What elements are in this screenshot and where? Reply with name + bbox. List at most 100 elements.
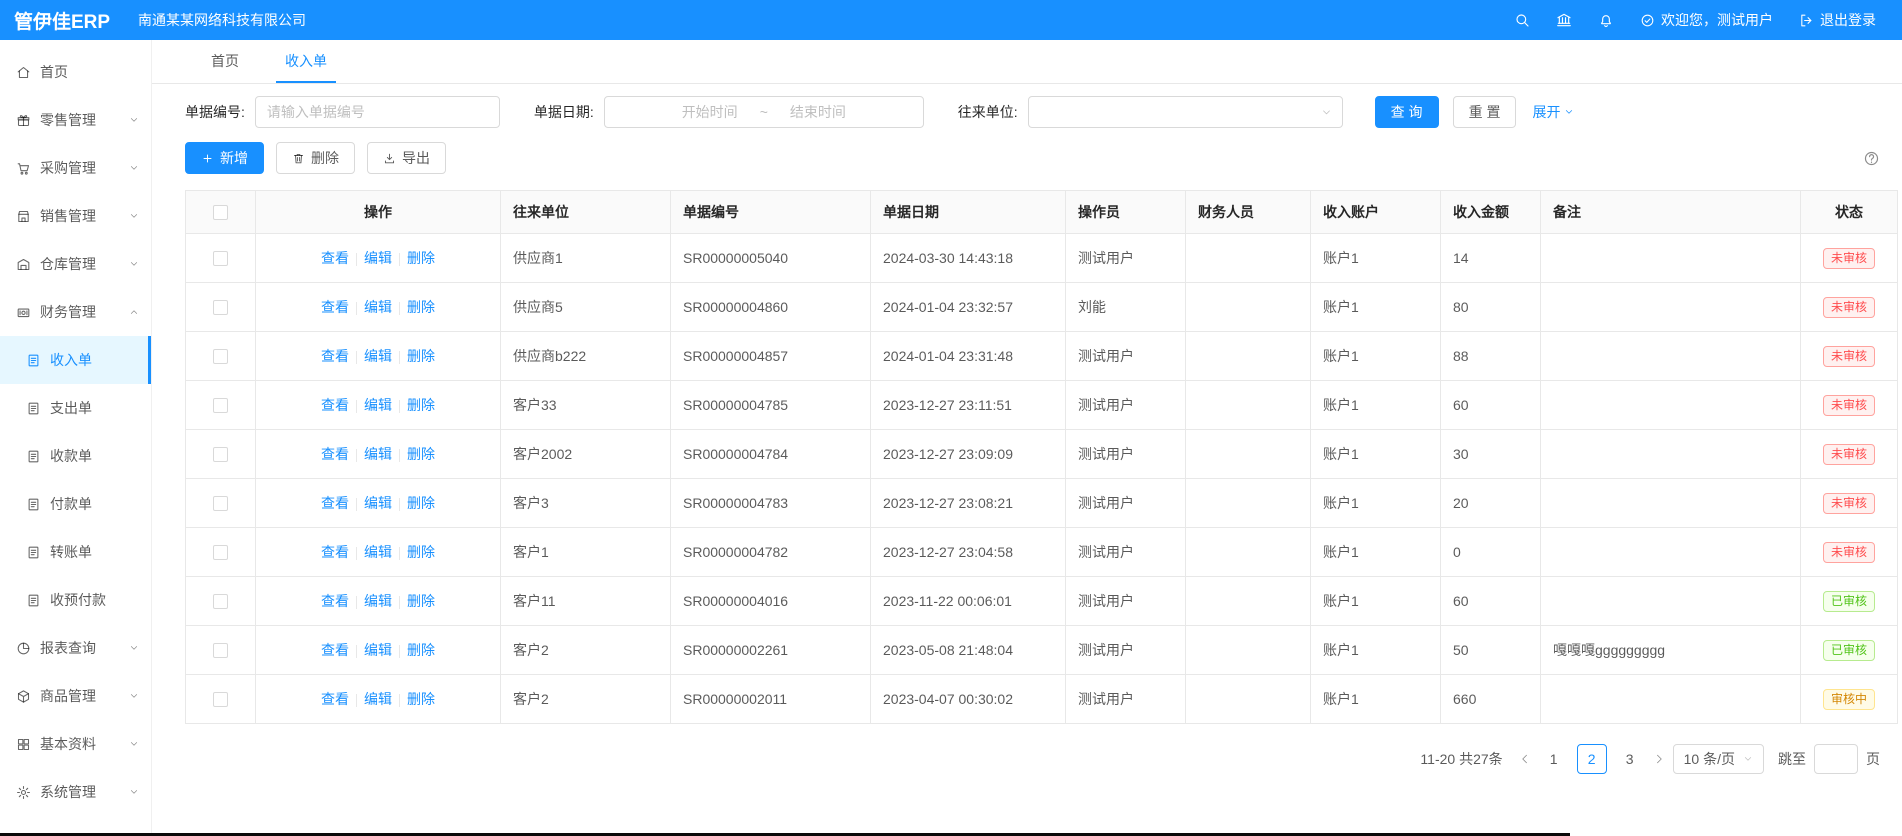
cell-date: 2023-11-22 00:06:01 (871, 577, 1066, 626)
row-checkbox[interactable] (213, 692, 228, 707)
jump-suffix: 页 (1866, 749, 1880, 769)
sidebar-subitem-receipt[interactable]: 收款单 (0, 432, 151, 480)
export-button[interactable]: 导出 (367, 142, 446, 174)
delete-button[interactable]: 删除 (276, 142, 355, 174)
page-size-select[interactable]: 10 条/页 (1673, 744, 1764, 774)
search-button[interactable]: 查 询 (1375, 96, 1439, 128)
expand-link[interactable]: 展开 (1532, 102, 1574, 122)
column-header: 操作员 (1066, 191, 1186, 234)
divider (356, 498, 357, 511)
row-delete-link[interactable]: 删除 (407, 495, 435, 511)
view-link[interactable]: 查看 (321, 544, 349, 560)
row-checkbox[interactable] (213, 349, 228, 364)
edit-link[interactable]: 编辑 (364, 593, 392, 609)
edit-link[interactable]: 编辑 (364, 544, 392, 560)
logout-button[interactable]: 退出登录 (1799, 10, 1876, 30)
row-delete-link[interactable]: 删除 (407, 397, 435, 413)
sidebar-item-label: 报表查询 (40, 638, 96, 658)
trash-icon (292, 152, 305, 165)
chevron-down-icon (129, 115, 139, 125)
edit-link[interactable]: 编辑 (364, 495, 392, 511)
add-button[interactable]: 新增 (185, 142, 264, 174)
row-delete-link[interactable]: 删除 (407, 299, 435, 315)
doc-number-input[interactable] (255, 96, 500, 128)
sidebar-item-sales[interactable]: 销售管理 (0, 192, 151, 240)
view-link[interactable]: 查看 (321, 446, 349, 462)
cell-operator: 测试用户 (1066, 332, 1186, 381)
row-checkbox[interactable] (213, 643, 228, 658)
view-link[interactable]: 查看 (321, 299, 349, 315)
row-checkbox[interactable] (213, 251, 228, 266)
view-link[interactable]: 查看 (321, 593, 349, 609)
page-button-3[interactable]: 3 (1615, 744, 1645, 774)
sidebar-item-warehouse[interactable]: 仓库管理 (0, 240, 151, 288)
row-delete-link[interactable]: 删除 (407, 446, 435, 462)
sidebar-item-report[interactable]: 报表查询 (0, 624, 151, 672)
sidebar-item-purchase[interactable]: 采购管理 (0, 144, 151, 192)
notification-bell-icon[interactable] (1598, 12, 1614, 28)
row-delete-link[interactable]: 删除 (407, 348, 435, 364)
help-icon[interactable] (1863, 150, 1880, 167)
cell-remark (1541, 479, 1801, 528)
partner-select[interactable] (1028, 96, 1343, 128)
edit-link[interactable]: 编辑 (364, 397, 392, 413)
search-icon[interactable] (1514, 12, 1530, 28)
view-link[interactable]: 查看 (321, 397, 349, 413)
row-checkbox[interactable] (213, 496, 228, 511)
row-checkbox[interactable] (213, 545, 228, 560)
user-welcome[interactable]: 欢迎您，测试用户 (1640, 10, 1773, 30)
chevron-left-icon[interactable] (1519, 753, 1531, 765)
sidebar-item-system[interactable]: 系统管理 (0, 768, 151, 816)
edit-link[interactable]: 编辑 (364, 299, 392, 315)
row-delete-link[interactable]: 删除 (407, 544, 435, 560)
sidebar-item-basic[interactable]: 基本资料 (0, 720, 151, 768)
cell-amount: 14 (1441, 234, 1541, 283)
sidebar-item-home[interactable]: 首页 (0, 48, 151, 96)
page-button-1[interactable]: 1 (1539, 744, 1569, 774)
sidebar-subitem-advance[interactable]: 收预付款 (0, 576, 151, 624)
edit-link[interactable]: 编辑 (364, 691, 392, 707)
view-link[interactable]: 查看 (321, 495, 349, 511)
view-link[interactable]: 查看 (321, 348, 349, 364)
row-checkbox[interactable] (213, 447, 228, 462)
view-link[interactable]: 查看 (321, 642, 349, 658)
date-range-picker[interactable]: 开始时间 ~ 结束时间 (604, 96, 924, 128)
cell-number: SR00000004857 (671, 332, 871, 381)
reset-button[interactable]: 重 置 (1453, 96, 1517, 128)
row-delete-link[interactable]: 删除 (407, 691, 435, 707)
row-delete-link[interactable]: 删除 (407, 593, 435, 609)
shop-icon (16, 209, 31, 224)
chevron-right-icon[interactable] (1653, 753, 1665, 765)
cell-amount: 0 (1441, 528, 1541, 577)
cell-account: 账户1 (1311, 675, 1441, 724)
row-delete-link[interactable]: 删除 (407, 642, 435, 658)
page-button-2[interactable]: 2 (1577, 744, 1607, 774)
edit-link[interactable]: 编辑 (364, 348, 392, 364)
tab-home[interactable]: 首页 (202, 40, 248, 83)
edit-link[interactable]: 编辑 (364, 446, 392, 462)
jump-input[interactable] (1814, 744, 1858, 774)
view-link[interactable]: 查看 (321, 691, 349, 707)
row-delete-link[interactable]: 删除 (407, 250, 435, 266)
sidebar-item-finance[interactable]: 财务管理 (0, 288, 151, 336)
row-checkbox[interactable] (213, 594, 228, 609)
sidebar-item-retail[interactable]: 零售管理 (0, 96, 151, 144)
header-actions: 欢迎您，测试用户 退出登录 (1514, 10, 1902, 30)
sidebar-subitem-expense[interactable]: 支出单 (0, 384, 151, 432)
tab-income[interactable]: 收入单 (276, 40, 336, 83)
bank-icon[interactable] (1556, 12, 1572, 28)
edit-link[interactable]: 编辑 (364, 642, 392, 658)
cell-unit: 客户33 (501, 381, 671, 430)
cell-remark: 嘎嘎嘎ggggggggg (1541, 626, 1801, 675)
row-checkbox[interactable] (213, 300, 228, 315)
divider (356, 547, 357, 560)
sidebar-subitem-income[interactable]: 收入单 (0, 336, 151, 384)
sidebar-item-label: 销售管理 (40, 206, 96, 226)
sidebar-subitem-payment[interactable]: 付款单 (0, 480, 151, 528)
view-link[interactable]: 查看 (321, 250, 349, 266)
select-all-checkbox[interactable] (213, 205, 228, 220)
sidebar-item-goods[interactable]: 商品管理 (0, 672, 151, 720)
row-checkbox[interactable] (213, 398, 228, 413)
edit-link[interactable]: 编辑 (364, 250, 392, 266)
sidebar-subitem-transfer[interactable]: 转账单 (0, 528, 151, 576)
